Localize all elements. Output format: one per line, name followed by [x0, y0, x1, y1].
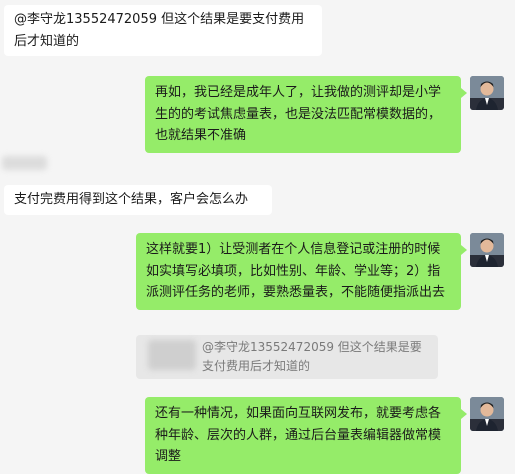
message-text: @李守龙13552472059 但这个结果是要支付费用后才知道的	[14, 12, 305, 49]
message-text: 这样就要1）让受测者在个人信息登记或注册的时候如实填写必填项，比如性别、年龄、学…	[146, 242, 446, 300]
avatar-icon	[470, 76, 504, 110]
outgoing-message[interactable]: 这样就要1）让受测者在个人信息登记或注册的时候如实填写必填项，比如性别、年龄、学…	[136, 233, 467, 310]
outgoing-message[interactable]: 还有一种情况，如果面向互联网发布，就要考虑各种年龄、层次的人群，通过后台量表编辑…	[145, 397, 467, 474]
outgoing-message[interactable]: 再如，我已经是成年人了，让我做的测评却是小学生的的考试焦虑量表，也是没法匹配常模…	[145, 76, 467, 153]
avatar-icon	[470, 233, 504, 267]
message-text: 支付完费用得到这个结果，客户会怎么办	[14, 192, 249, 207]
message-text: 再如，我已经是成年人了，让我做的测评却是小学生的的考试焦虑量表，也是没法匹配常模…	[155, 85, 442, 143]
avatar[interactable]	[470, 76, 504, 110]
message-text: 还有一种情况，如果面向互联网发布，就要考虑各种年龄、层次的人群，通过后台量表编辑…	[155, 406, 442, 464]
avatar[interactable]	[470, 397, 504, 431]
blurred-sender	[2, 156, 47, 170]
incoming-message[interactable]: 支付完费用得到这个结果，客户会怎么办	[4, 185, 272, 215]
quoted-text: @李守龙13552472059 但这个结果是要支付费用后才知道的	[202, 340, 422, 373]
blurred-quote-sender	[148, 340, 196, 370]
avatar-icon	[470, 397, 504, 431]
avatar[interactable]	[470, 233, 504, 267]
incoming-message[interactable]: @李守龙13552472059 但这个结果是要支付费用后才知道的	[4, 5, 322, 56]
